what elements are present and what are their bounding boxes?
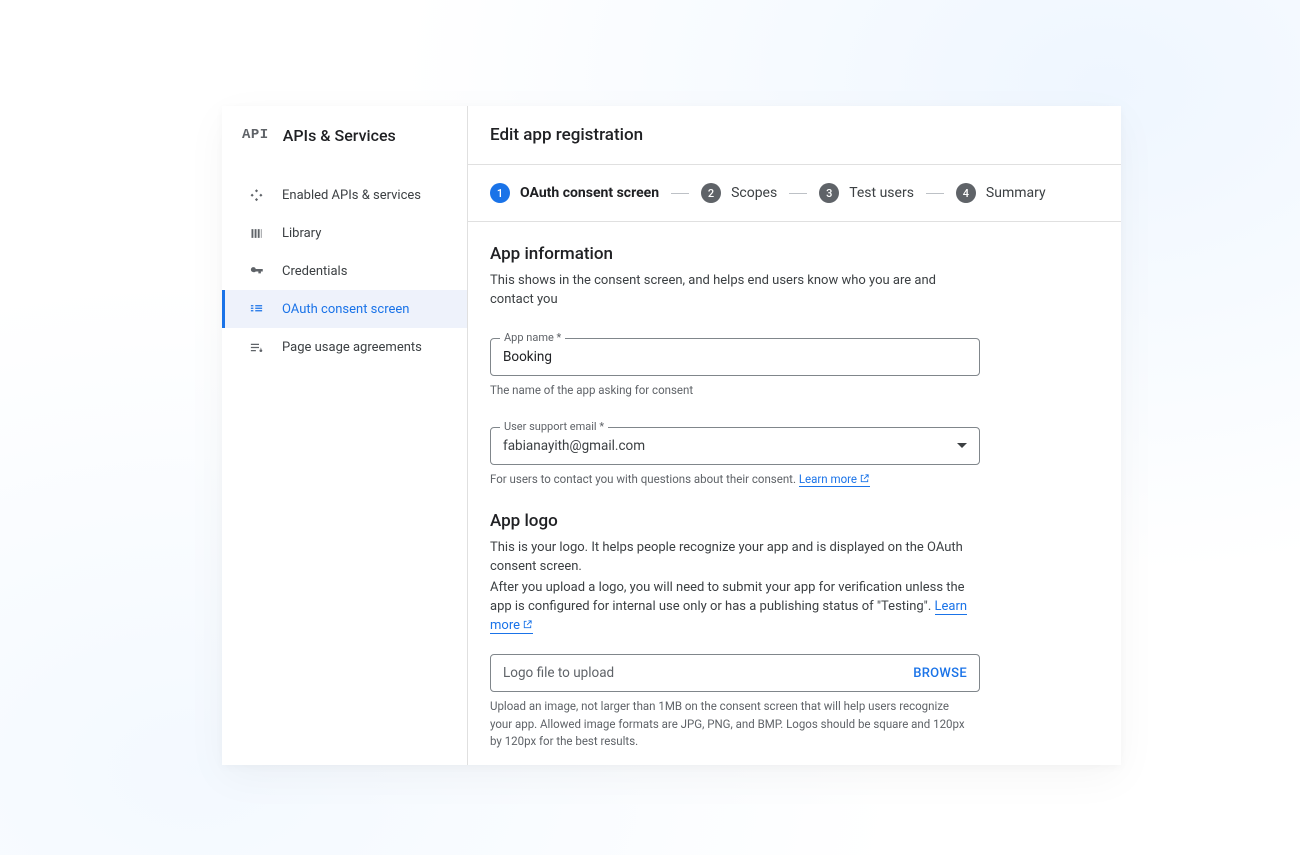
stepper: 1 OAuth consent screen 2 Scopes 3 Test u… bbox=[468, 165, 1121, 221]
section-app-logo-desc1: This is your logo. It helps people recog… bbox=[490, 539, 970, 577]
step-test-users[interactable]: 3 Test users bbox=[819, 183, 914, 203]
step-summary[interactable]: 4 Summary bbox=[956, 183, 1046, 203]
key-icon bbox=[246, 261, 266, 281]
step-number: 2 bbox=[701, 183, 721, 203]
sidebar-item-label: OAuth consent screen bbox=[282, 302, 409, 317]
support-email-value: fabianayith@gmail.com bbox=[503, 438, 645, 454]
learn-more-link[interactable]: Learn more bbox=[799, 472, 870, 487]
app-window: API APIs & Services Enabled APIs & servi… bbox=[222, 106, 1121, 765]
sidebar-item-label: Credentials bbox=[282, 264, 347, 279]
step-oauth-consent[interactable]: 1 OAuth consent screen bbox=[490, 183, 659, 203]
support-email-label: User support email * bbox=[500, 420, 608, 433]
step-label: Test users bbox=[849, 185, 914, 201]
step-separator bbox=[671, 193, 689, 194]
external-link-icon bbox=[859, 472, 870, 489]
sidebar-item-page-usage[interactable]: Page usage agreements bbox=[222, 328, 467, 366]
consent-screen-icon bbox=[246, 299, 266, 319]
page-title: Edit app registration bbox=[468, 106, 1121, 164]
step-label: Summary bbox=[986, 185, 1046, 201]
sidebar-item-oauth-consent[interactable]: OAuth consent screen bbox=[222, 290, 467, 328]
section-app-info-desc: This shows in the consent screen, and he… bbox=[490, 272, 970, 310]
chevron-down-icon bbox=[957, 443, 967, 448]
support-email-helper: For users to contact you with questions … bbox=[490, 471, 970, 489]
logo-upload-helper: Upload an image, not larger than 1MB on … bbox=[490, 698, 970, 750]
sidebar-item-label: Page usage agreements bbox=[282, 340, 422, 355]
support-email-field: User support email * fabianayith@gmail.c… bbox=[490, 427, 980, 465]
browse-button[interactable]: BROWSE bbox=[913, 666, 967, 681]
section-app-logo-title: App logo bbox=[490, 511, 1099, 531]
library-icon bbox=[246, 223, 266, 243]
external-link-icon bbox=[522, 618, 533, 637]
content-area: App information This shows in the consen… bbox=[468, 222, 1121, 750]
agreements-icon bbox=[246, 337, 266, 357]
section-app-info-title: App information bbox=[490, 244, 1099, 264]
main-panel: Edit app registration 1 OAuth consent sc… bbox=[468, 106, 1121, 765]
step-label: Scopes bbox=[731, 185, 777, 201]
app-name-helper: The name of the app asking for consent bbox=[490, 382, 970, 399]
api-logo: API bbox=[242, 127, 269, 143]
app-name-field: App name * bbox=[490, 338, 980, 376]
sidebar-item-label: Enabled APIs & services bbox=[282, 188, 421, 203]
step-number: 4 bbox=[956, 183, 976, 203]
step-separator bbox=[926, 193, 944, 194]
logo-upload-placeholder: Logo file to upload bbox=[503, 665, 614, 681]
section-app-logo-desc2: After you upload a logo, you will need t… bbox=[490, 579, 970, 637]
sidebar-item-enabled-apis[interactable]: Enabled APIs & services bbox=[222, 176, 467, 214]
sidebar-item-credentials[interactable]: Credentials bbox=[222, 252, 467, 290]
logo-upload-field[interactable]: Logo file to upload BROWSE bbox=[490, 654, 980, 692]
sidebar: API APIs & Services Enabled APIs & servi… bbox=[222, 106, 468, 765]
sidebar-header: API APIs & Services bbox=[222, 106, 467, 164]
sidebar-item-library[interactable]: Library bbox=[222, 214, 467, 252]
step-scopes[interactable]: 2 Scopes bbox=[701, 183, 777, 203]
step-number: 1 bbox=[490, 183, 510, 203]
diamond-grid-icon bbox=[246, 185, 266, 205]
sidebar-item-label: Library bbox=[282, 226, 321, 241]
step-number: 3 bbox=[819, 183, 839, 203]
app-name-label: App name * bbox=[500, 331, 565, 344]
sidebar-nav: Enabled APIs & services Library Credenti… bbox=[222, 164, 467, 366]
sidebar-title: APIs & Services bbox=[283, 126, 396, 145]
step-label: OAuth consent screen bbox=[520, 185, 659, 201]
step-separator bbox=[789, 193, 807, 194]
